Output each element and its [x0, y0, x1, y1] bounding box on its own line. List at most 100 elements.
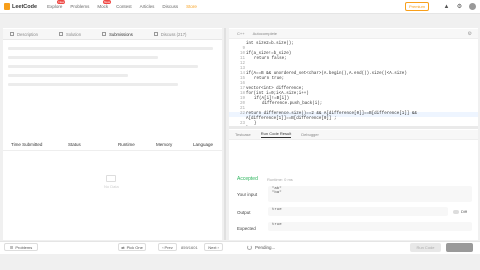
- shuffle-icon: ⇄: [121, 244, 125, 250]
- code-text: if(a_size!=b_size): [246, 52, 292, 56]
- line-number: 20: [239, 102, 245, 106]
- line-number: 11: [239, 57, 245, 61]
- editor-toolbar: C++ Autocomplete ⚙: [229, 29, 478, 39]
- code-text: difference.push_back(i);: [262, 102, 323, 106]
- line-number: 17: [239, 87, 245, 91]
- your-input-box: "ab" "ba": [268, 186, 472, 202]
- tab-debugger[interactable]: Debugger: [301, 132, 319, 137]
- description-icon: [10, 32, 14, 36]
- problems-button[interactable]: ☰ Problems: [4, 243, 38, 251]
- line-number: 9: [242, 47, 245, 51]
- chevron-left-icon: ‹: [162, 244, 164, 250]
- pending-status: Pending...: [247, 245, 275, 250]
- expected-label: Expected: [237, 226, 256, 231]
- col-language[interactable]: Language: [193, 142, 213, 147]
- col-status[interactable]: Status: [68, 142, 81, 147]
- empty-box-icon: [106, 175, 117, 182]
- line-number: 19: [239, 97, 245, 101]
- submissions-icon: [102, 32, 107, 36]
- line-number: 12: [239, 62, 245, 66]
- loading-placeholder: [8, 83, 178, 86]
- nav-mock[interactable]: Mock New: [97, 0, 112, 9]
- col-time-submitted[interactable]: Time Submitted: [11, 142, 42, 147]
- notification-bell-icon[interactable]: ▲: [443, 3, 450, 10]
- result-status: Accepted: [237, 176, 258, 182]
- output-box: true: [268, 207, 448, 216]
- tab-run-code-result[interactable]: Run Code Result: [260, 131, 292, 138]
- output-value: true: [272, 208, 282, 212]
- left-tabbar: Description Solution Submissions Discuss…: [3, 29, 222, 40]
- code-text: return false;: [254, 57, 287, 61]
- logo-text: LeetCode: [12, 3, 38, 10]
- line-number: 10: [239, 52, 245, 56]
- left-pane: [3, 28, 222, 240]
- avatar[interactable]: [469, 3, 476, 10]
- prev-button[interactable]: ‹ Prev: [158, 243, 177, 251]
- nav-articles[interactable]: Articles: [140, 4, 155, 9]
- code-text: if(A[i]!=B[i]): [254, 97, 290, 101]
- loading-placeholder: [8, 47, 213, 50]
- line-number: 16: [239, 82, 245, 86]
- new-badge: New: [57, 0, 66, 4]
- gear-icon[interactable]: ⚙: [456, 3, 463, 10]
- line-number: 15: [239, 77, 245, 81]
- diff-toggle[interactable]: Diff: [453, 208, 471, 215]
- diff-label: Diff: [461, 209, 467, 214]
- nav-store[interactable]: Store: [186, 4, 197, 9]
- input-line: "ba": [272, 191, 282, 195]
- submit-button[interactable]: [446, 243, 473, 252]
- code-text: vector<int> difference;: [246, 87, 304, 91]
- logo[interactable]: LeetCode: [4, 3, 37, 10]
- code-text: A[difference[1]]==B[difference[0]] ;: [246, 117, 337, 121]
- loading-placeholder: [8, 56, 158, 59]
- bottom-bar: [0, 241, 480, 254]
- your-input-label: Your input: [237, 192, 258, 197]
- console-tabs: Testcase Run Code Result Debugger: [229, 130, 478, 140]
- top-nav: LeetCode Explore New Problems Mock New Con…: [0, 0, 480, 14]
- tab-testcase[interactable]: Testcase: [235, 132, 251, 137]
- premium-button[interactable]: Premium: [404, 2, 429, 11]
- nav-explore[interactable]: Explore New: [47, 0, 66, 9]
- nav-discuss[interactable]: Discuss: [162, 4, 178, 9]
- expected-box: true: [268, 222, 472, 231]
- tab-discuss[interactable]: Discuss (217): [153, 32, 186, 37]
- chevron-right-icon: ›: [217, 244, 219, 250]
- autocomplete-toggle[interactable]: Autocomplete: [253, 31, 277, 36]
- empty-text: No Data: [104, 184, 119, 189]
- solution-icon: [58, 32, 63, 36]
- expected-value: true: [272, 223, 282, 227]
- code-text: return difference.size()==2 && A[differe…: [246, 112, 417, 116]
- result-runtime: Runtime: 0 ms: [267, 177, 293, 182]
- nav-problems[interactable]: Problems: [70, 4, 89, 9]
- run-code-button[interactable]: Run Code: [410, 243, 441, 252]
- loading-placeholder: [8, 65, 198, 68]
- tab-description[interactable]: Description: [10, 32, 38, 37]
- code-text: for(int i=0;i<A.size;i++): [246, 92, 309, 96]
- language-select[interactable]: C++: [237, 31, 245, 36]
- list-icon: ☰: [9, 244, 14, 250]
- code-text: int size2=b.size();: [246, 42, 294, 46]
- next-button[interactable]: Next ›: [204, 243, 223, 251]
- pane-divider[interactable]: [224, 28, 226, 240]
- col-runtime[interactable]: Runtime: [118, 142, 135, 147]
- code-text: return true;: [254, 77, 285, 81]
- line-number: 22: [239, 112, 245, 116]
- toggle-switch[interactable]: [453, 209, 459, 214]
- tab-submissions[interactable]: Submissions: [102, 32, 133, 37]
- output-label: Output: [237, 210, 251, 215]
- line-number: 13: [239, 67, 245, 71]
- discuss-icon: [153, 32, 158, 36]
- line-number: 18: [239, 92, 245, 96]
- code-text: if(A==B && unordered_set<char>(A.begin()…: [246, 72, 407, 76]
- tab-solution[interactable]: Solution: [58, 32, 81, 37]
- line-number: 21: [239, 107, 245, 111]
- col-memory[interactable]: Memory: [156, 142, 172, 147]
- settings-icon[interactable]: ⚙: [468, 31, 472, 37]
- empty-state: No Data: [104, 175, 119, 189]
- submissions-table-header: Time Submitted Status Runtime Memory Lan…: [3, 139, 222, 151]
- new-badge: New: [103, 0, 112, 4]
- nav-contest[interactable]: Contest: [116, 4, 132, 9]
- pick-one-button[interactable]: ⇄ Pick One: [118, 243, 146, 251]
- page-indicator: 859/1601: [181, 245, 198, 250]
- loading-placeholder: [8, 74, 128, 77]
